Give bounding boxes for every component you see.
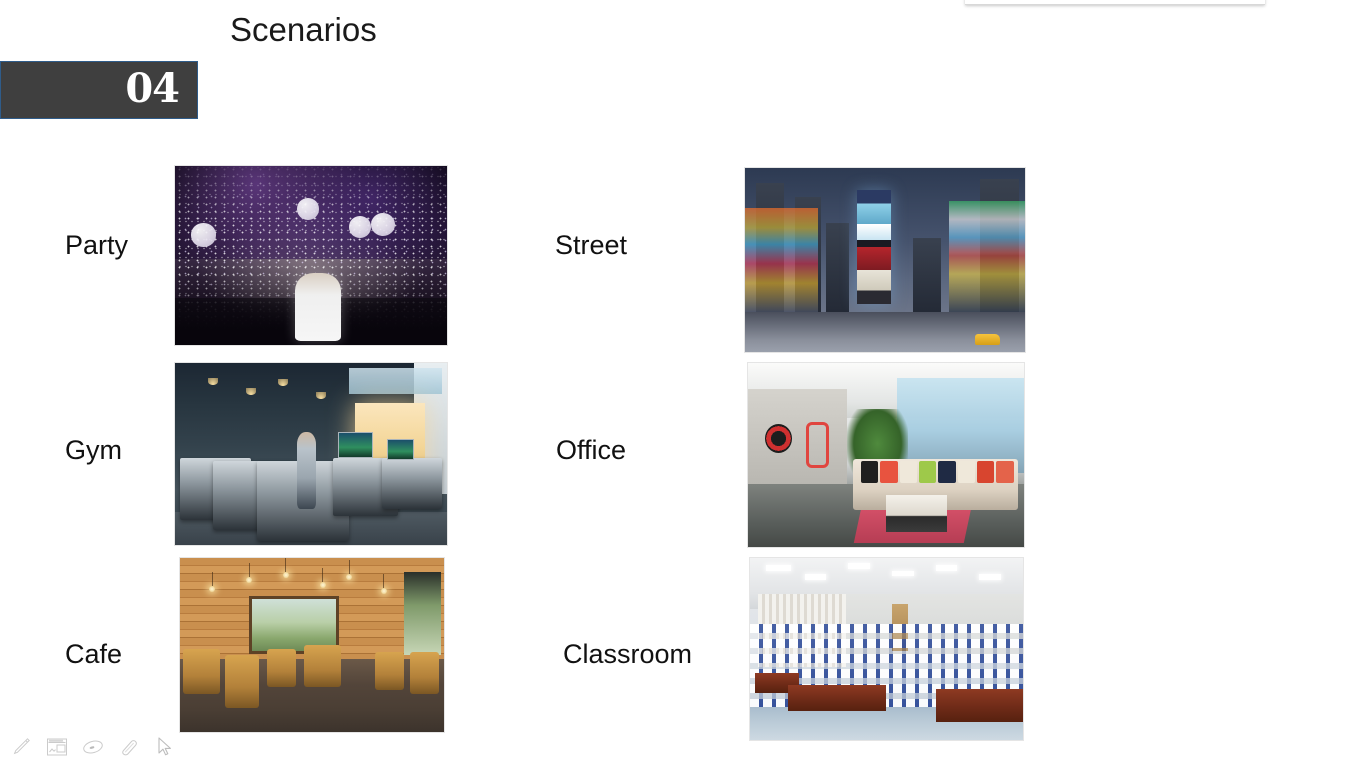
presentation-toolbar-sliver[interactable] (965, 0, 1265, 5)
classroom-photo-ceiling-light (766, 565, 791, 571)
section-number: 04 (125, 64, 180, 112)
office-photo[interactable] (748, 363, 1024, 547)
classroom-photo-ceiling-light (891, 570, 914, 577)
slide-thumbnail-icon[interactable] (44, 734, 70, 760)
cafe-photo-chair (267, 648, 297, 687)
street-photo-taxi (974, 333, 1000, 345)
office-photo-pillow (957, 460, 975, 483)
cafe-photo-side-window (404, 571, 442, 656)
cafe-photo[interactable] (180, 558, 444, 732)
cafe-photo-chair (375, 651, 405, 691)
classroom-photo-desk (788, 685, 887, 711)
gym-photo-treadmill-screen (387, 439, 414, 460)
eraser-icon[interactable] (116, 734, 142, 760)
scenario-label-party: Party (65, 230, 129, 260)
office-photo-pillow (919, 460, 937, 483)
office-photo-pillow (977, 460, 995, 483)
cafe-photo-pendant-light (380, 573, 387, 594)
party-photo-balloon (297, 198, 320, 220)
gym-photo-lamp (207, 377, 218, 385)
lasso-icon[interactable] (80, 734, 106, 760)
classroom-photo-ceiling-light (848, 563, 871, 569)
street-photo-billboards-left (745, 208, 818, 316)
gym-photo-clerestory-window (349, 368, 442, 394)
office-photo-wall-logo (764, 423, 793, 454)
office-photo-hex-decor (805, 421, 829, 469)
office-photo-coffee-table (886, 495, 947, 533)
office-photo-pillow (938, 460, 956, 483)
office-photo-wall (748, 388, 848, 485)
office-photo-pillow (880, 460, 898, 483)
scenario-label-cafe: Cafe (65, 639, 123, 669)
street-photo-building (826, 223, 849, 312)
street-photo-billboards-right (949, 201, 1025, 316)
cafe-photo-chair (182, 648, 220, 694)
scenario-label-street: Street (555, 230, 628, 260)
classroom-photo-desk (935, 689, 1023, 722)
gym-photo-treadmill (381, 457, 442, 509)
street-photo-road (745, 311, 1025, 352)
cafe-photo-chair (224, 655, 260, 708)
office-photo-pillow (861, 460, 879, 483)
classroom-photo-ceiling-light (935, 565, 958, 571)
cafe-photo-chair (409, 651, 439, 694)
office-photo-pillow (996, 460, 1014, 483)
gym-photo[interactable] (175, 363, 447, 545)
page-title: Scenarios (230, 11, 377, 48)
classroom-photo[interactable] (750, 558, 1023, 740)
cafe-photo-pendant-light (282, 558, 289, 578)
pen-icon[interactable] (8, 734, 34, 760)
cursor-icon[interactable] (152, 734, 178, 760)
office-photo-pillow (899, 460, 917, 483)
street-photo-building (913, 237, 941, 312)
cafe-photo-pendant-light (209, 571, 216, 592)
annotation-toolbar[interactable] (8, 734, 178, 760)
gym-photo-runner (297, 432, 317, 509)
street-photo[interactable] (745, 168, 1025, 352)
classroom-photo-ceiling-light (804, 574, 827, 580)
party-photo-dj (294, 273, 341, 342)
party-photo[interactable] (175, 166, 447, 345)
scenario-label-office: Office (556, 435, 627, 465)
scenario-label-gym: Gym (65, 435, 122, 465)
section-number-box: 04 (0, 61, 198, 119)
classroom-photo-ceiling-light (979, 574, 1002, 580)
gym-photo-treadmill-screen (338, 432, 373, 458)
party-photo-balloon (370, 212, 396, 236)
party-photo-balloon (191, 223, 216, 247)
party-photo-balloon (349, 216, 371, 238)
cafe-photo-chair (304, 645, 342, 687)
street-photo-billboard-tower (857, 190, 891, 305)
cafe-photo-pendant-light (346, 559, 353, 580)
scenario-label-classroom: Classroom (563, 639, 693, 669)
